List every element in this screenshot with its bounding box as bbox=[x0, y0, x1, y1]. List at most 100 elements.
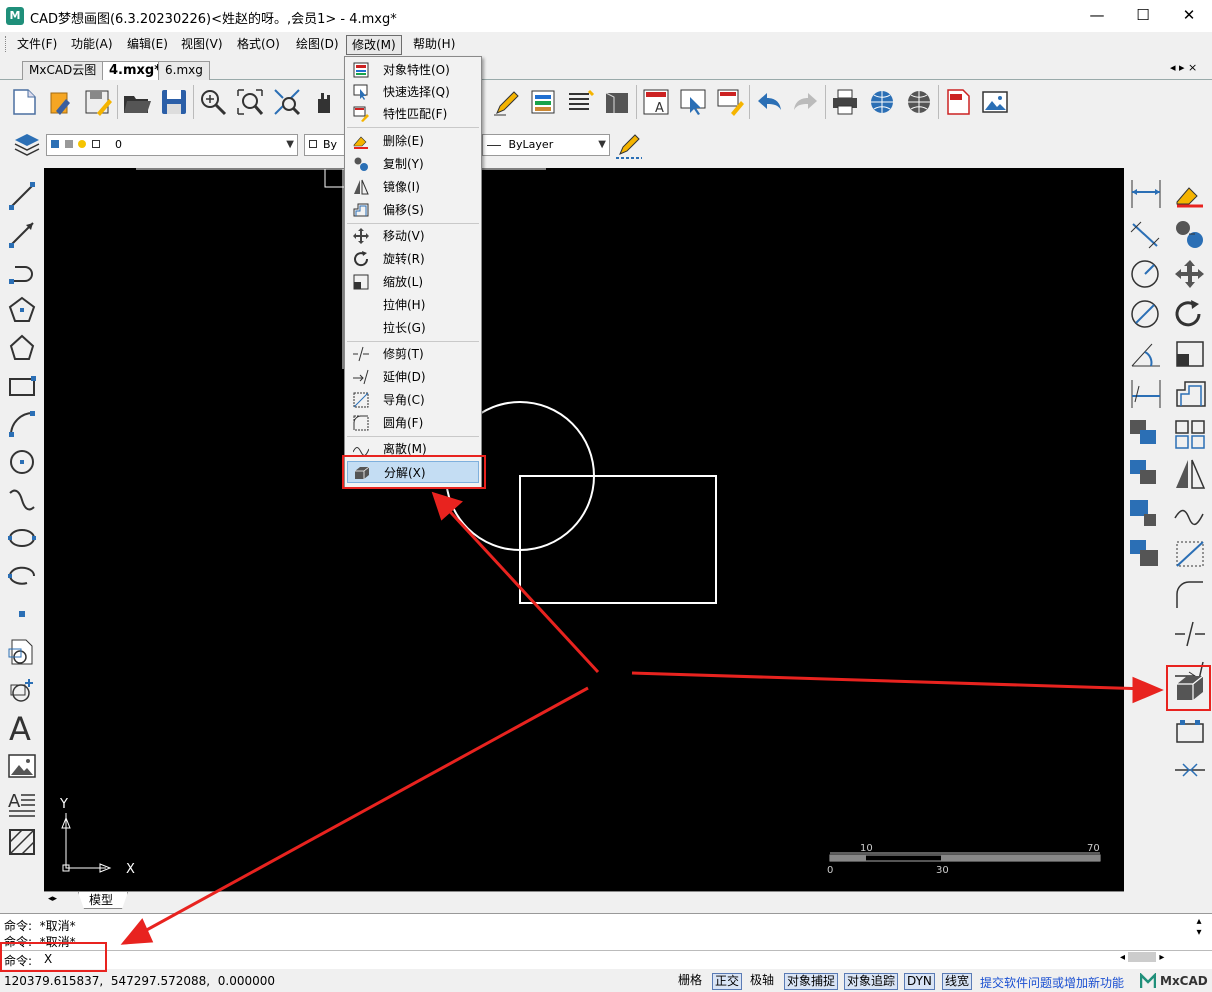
feedback-link[interactable]: 提交软件问题或增加新功能 bbox=[980, 974, 1124, 991]
menu-item-move[interactable]: 移动(V) bbox=[347, 225, 479, 247]
circle-icon[interactable] bbox=[4, 444, 40, 480]
open-folder-icon[interactable] bbox=[119, 84, 155, 120]
match-props-icon[interactable] bbox=[712, 84, 748, 120]
otrack-toggle[interactable]: 对象追踪 bbox=[844, 973, 899, 990]
save-icon[interactable] bbox=[156, 84, 192, 120]
web-publish-icon[interactable] bbox=[864, 84, 900, 120]
select-icon[interactable] bbox=[675, 84, 711, 120]
polar-toggle[interactable]: 极轴 bbox=[748, 973, 776, 990]
menu-item-chamfer[interactable]: 导角(C) bbox=[347, 389, 479, 411]
text-icon[interactable]: A bbox=[4, 710, 40, 746]
ellipse-icon[interactable] bbox=[4, 520, 40, 556]
menu-view[interactable]: 视图(V) bbox=[176, 35, 228, 55]
hatch-icon[interactable] bbox=[4, 824, 40, 860]
command-input[interactable]: X bbox=[44, 952, 1114, 968]
ortho-toggle[interactable]: 正交 bbox=[712, 973, 743, 990]
copy-objects-4-icon[interactable] bbox=[1126, 536, 1162, 571]
text-style-icon[interactable]: A bbox=[638, 84, 674, 120]
lineweight-toggle[interactable]: 线宽 bbox=[942, 973, 973, 990]
chamfer-tool-icon[interactable] bbox=[1170, 536, 1210, 572]
menu-item-extend[interactable]: 延伸(D) bbox=[347, 366, 479, 388]
menu-edit[interactable]: 编辑(E) bbox=[122, 35, 173, 55]
aligned-dim-icon[interactable] bbox=[1126, 216, 1166, 252]
fillet-tool-icon[interactable] bbox=[1170, 576, 1210, 612]
menu-item-properties[interactable]: 对象特性(O) bbox=[347, 59, 479, 81]
close-button[interactable]: ✕ bbox=[1166, 0, 1212, 32]
dyn-toggle[interactable]: DYN bbox=[904, 973, 935, 990]
layer-manager-icon[interactable] bbox=[525, 84, 561, 120]
radius-dim-icon[interactable] bbox=[1126, 256, 1166, 292]
erase-tool-icon[interactable] bbox=[1170, 176, 1210, 212]
baseline-dim-icon[interactable] bbox=[1126, 376, 1166, 412]
menu-modify[interactable]: 修改(M) bbox=[346, 35, 402, 55]
list-icon[interactable] bbox=[562, 84, 598, 120]
join-tool-icon[interactable] bbox=[1170, 752, 1210, 788]
menu-format[interactable]: 格式(O) bbox=[232, 35, 285, 55]
drawing-canvas[interactable]: Y X 10 70 0 30 bbox=[44, 168, 1124, 891]
new-file-icon[interactable] bbox=[6, 84, 42, 120]
open-template-icon[interactable] bbox=[43, 84, 79, 120]
diameter-dim-icon[interactable] bbox=[1126, 296, 1166, 332]
command-hscroll[interactable]: ◂ ▸ bbox=[1120, 952, 1192, 967]
menu-item-stretch[interactable]: 拉伸(H) bbox=[347, 294, 479, 316]
copy-objects-icon[interactable] bbox=[1126, 416, 1162, 451]
menu-item-quick-select[interactable]: 快速选择(Q) bbox=[347, 81, 479, 103]
menu-item-match-properties[interactable]: 特性匹配(F) bbox=[347, 103, 479, 125]
grid-toggle[interactable]: 栅格 bbox=[676, 973, 704, 990]
menu-help[interactable]: 帮助(H) bbox=[408, 35, 460, 55]
copy-objects-3-icon[interactable] bbox=[1126, 496, 1162, 531]
rectangle-icon[interactable] bbox=[4, 368, 40, 404]
menu-item-lengthen[interactable]: 拉长(G) bbox=[347, 317, 479, 339]
menu-item-trim[interactable]: 修剪(T) bbox=[347, 343, 479, 365]
mtext-icon[interactable]: A bbox=[4, 786, 40, 822]
arc-icon[interactable] bbox=[4, 406, 40, 442]
menu-item-offset[interactable]: 偏移(S) bbox=[347, 199, 479, 221]
web-icon[interactable] bbox=[901, 84, 937, 120]
zoom-extents-icon[interactable] bbox=[269, 84, 305, 120]
menu-draw[interactable]: 绘图(D) bbox=[291, 35, 344, 55]
maximize-button[interactable]: ☐ bbox=[1120, 0, 1166, 32]
zoom-in-icon[interactable] bbox=[195, 84, 231, 120]
polyline-icon[interactable] bbox=[4, 254, 40, 290]
scale-tool-icon[interactable] bbox=[1170, 336, 1210, 372]
pencil-icon[interactable] bbox=[488, 84, 524, 120]
menu-item-scale[interactable]: 缩放(L) bbox=[347, 271, 479, 293]
menu-item-copy[interactable]: 复制(Y) bbox=[347, 153, 479, 175]
menu-item-mirror[interactable]: 镜像(I) bbox=[347, 176, 479, 198]
layer-select[interactable]: 0 ▼ bbox=[46, 134, 298, 156]
angular-dim-icon[interactable] bbox=[1126, 336, 1166, 372]
osnap-toggle[interactable]: 对象捕捉 bbox=[784, 973, 839, 990]
polygon-outline-icon[interactable] bbox=[4, 330, 40, 366]
menu-item-rotate[interactable]: 旋转(R) bbox=[347, 248, 479, 270]
ellipse-arc-icon[interactable] bbox=[4, 558, 40, 594]
menu-file[interactable]: 文件(F) bbox=[12, 35, 62, 55]
break-tool-icon[interactable] bbox=[1170, 714, 1210, 750]
redo-icon[interactable] bbox=[788, 84, 824, 120]
color-select[interactable]: By bbox=[304, 134, 348, 156]
export-pdf-icon[interactable] bbox=[940, 84, 976, 120]
tab-nav-controls[interactable]: ◂ ▸ × bbox=[1170, 61, 1197, 74]
spline-edit-icon[interactable] bbox=[1170, 496, 1210, 532]
line-icon[interactable] bbox=[4, 178, 40, 214]
block-icon[interactable] bbox=[599, 84, 635, 120]
array-tool-icon[interactable] bbox=[1170, 416, 1210, 452]
menu-item-fillet[interactable]: 圆角(F) bbox=[347, 412, 479, 434]
rotate-tool-icon[interactable] bbox=[1170, 296, 1210, 332]
pan-hand-icon[interactable] bbox=[306, 84, 342, 120]
zoom-window-icon[interactable] bbox=[232, 84, 268, 120]
pencil-color-icon[interactable] bbox=[614, 130, 644, 163]
tab-6-mxg[interactable]: 6.mxg bbox=[158, 61, 210, 80]
rectangle-shape[interactable] bbox=[519, 475, 717, 604]
insert-block-icon[interactable] bbox=[4, 634, 40, 670]
mirror-tool-icon[interactable] bbox=[1170, 456, 1210, 492]
trim-tool-icon[interactable] bbox=[1170, 616, 1210, 652]
tab-model[interactable]: 模型 bbox=[78, 892, 129, 909]
polygon-icon[interactable] bbox=[4, 292, 40, 328]
command-scrollbar[interactable]: ▴ ▾ bbox=[1192, 916, 1206, 948]
print-icon[interactable] bbox=[827, 84, 863, 120]
image-icon[interactable] bbox=[4, 748, 40, 784]
spline-icon[interactable] bbox=[4, 482, 40, 518]
copy-tool-icon[interactable] bbox=[1170, 216, 1210, 252]
linetype-select[interactable]: ByLayer ▼ bbox=[482, 134, 610, 156]
menu-item-erase[interactable]: 删除(E) bbox=[347, 130, 479, 152]
